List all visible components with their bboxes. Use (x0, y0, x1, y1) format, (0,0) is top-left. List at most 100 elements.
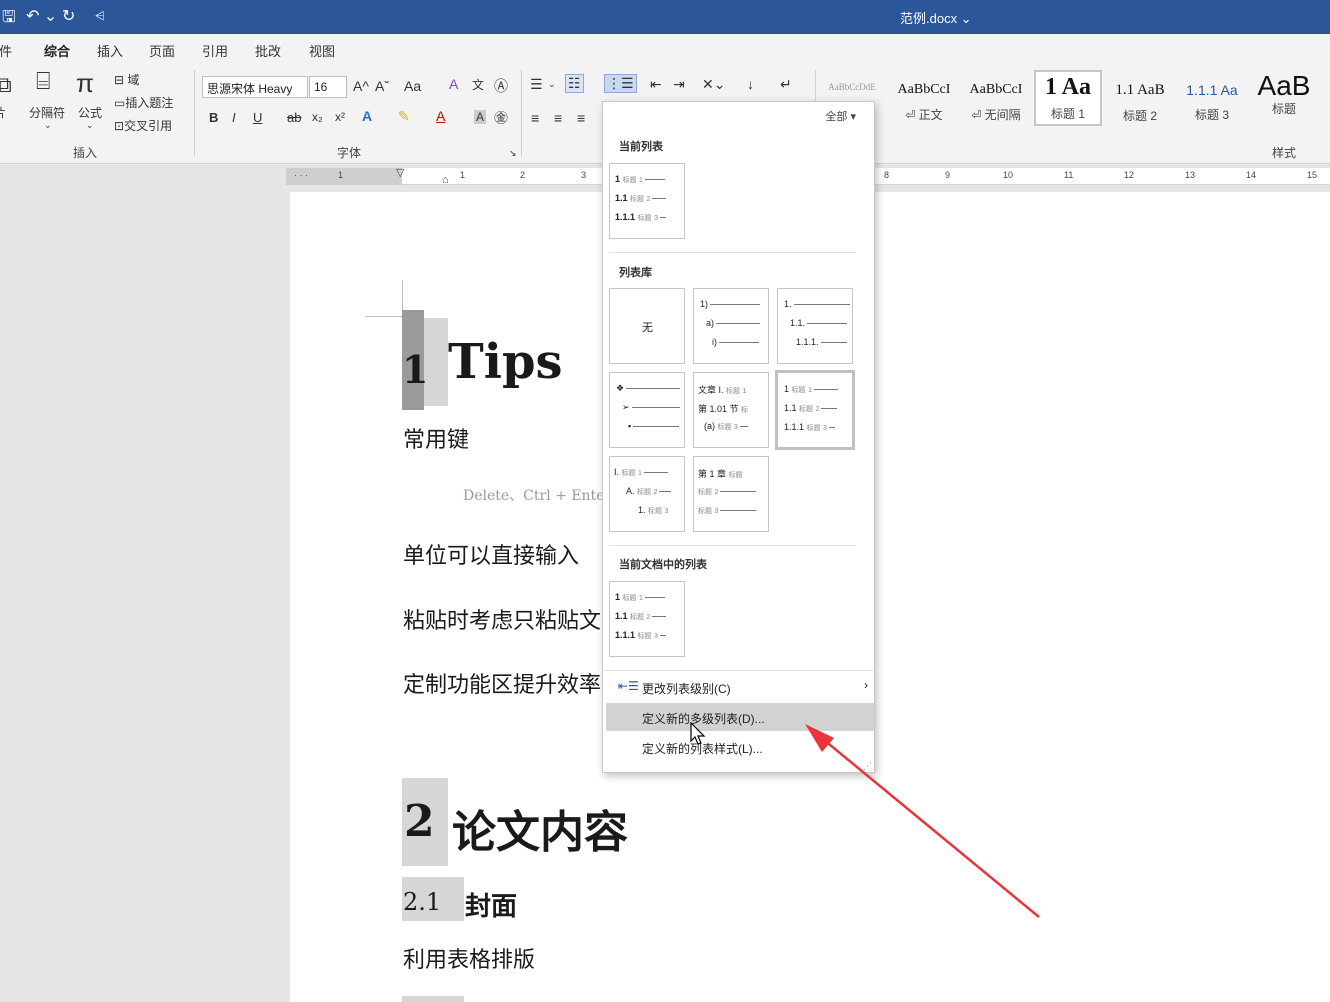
list-thumb-bullets[interactable]: ❖ ➢ ▪ (609, 372, 685, 448)
align-center-icon[interactable]: ≡ (554, 110, 562, 126)
align-right-icon[interactable]: ≡ (577, 110, 585, 126)
list-thumb-parenthesis[interactable]: 1) a) i) (693, 288, 769, 364)
chevron-right-icon: › (864, 678, 868, 692)
char-border-icon[interactable]: Ⓐ (494, 76, 508, 96)
multilevel-list-icon[interactable]: ⋮☰ (604, 74, 637, 93)
picture-button[interactable]: 片 (0, 104, 6, 121)
highlight-icon[interactable]: ✎ (398, 108, 410, 125)
tab-view[interactable]: 视图 (309, 41, 335, 60)
asian-layout-icon[interactable]: ✕⌄ (702, 76, 725, 93)
heading-2-number[interactable]: 2 (404, 796, 435, 847)
decrease-indent-icon[interactable]: ⇤ (650, 76, 662, 93)
indent-marker-icon[interactable]: ▽ (396, 166, 404, 179)
style-heading-2[interactable]: 1.1 AaB 标题 2 (1106, 70, 1174, 126)
enclose-char-icon[interactable]: ㊎ (494, 108, 508, 128)
group-divider (521, 70, 522, 156)
heading-1-number[interactable]: 1 (402, 347, 428, 392)
change-case-button[interactable]: Aa (404, 78, 421, 94)
tab-file[interactable]: 文件 (0, 41, 12, 60)
style-normal[interactable]: AaBbCcI ⏎ 正文 (890, 70, 958, 126)
section-current-list: 当前列表 (619, 141, 663, 153)
show-marks-icon[interactable]: ↵ (780, 76, 792, 93)
list-thumb-decimal[interactable]: 1. 1.1. 1.1.1. (777, 288, 853, 364)
divider (609, 545, 856, 546)
char-shading-icon[interactable]: A (474, 110, 487, 124)
style-heading-3[interactable]: 1.1.1 Aa 标题 3 (1178, 70, 1246, 126)
underline-button[interactable]: U (253, 110, 262, 125)
tab-references[interactable]: 引用 (202, 41, 228, 60)
font-size-combo[interactable]: 16 (309, 76, 347, 98)
tab-review[interactable]: 批改 (255, 41, 281, 60)
list-thumb-heading-numbered[interactable]: 1 标题 1 1.1 标题 2 1.1.1 标题 3 (775, 370, 855, 450)
define-multilevel-list-item[interactable]: 定义新的多级列表(D)... (606, 703, 874, 731)
paragraph[interactable]: 粘贴时考虑只粘贴文 (403, 603, 601, 635)
heading-3-number[interactable]: 2.1 (403, 888, 441, 916)
style-no-spacing[interactable]: AaBbCcI ⏎ 无间隔 (962, 70, 1030, 126)
paragraph[interactable]: Delete、Ctrl + Ente (463, 485, 604, 505)
style-heading-1[interactable]: 1 Aa 标题 1 (1034, 70, 1102, 126)
list-thumb-chapter[interactable]: 第 1 章 标题 标题 2 标题 3 (693, 456, 769, 532)
separator-icon[interactable]: ⌸ (36, 68, 50, 96)
change-list-level-item[interactable]: ⇤☰ 更改列表级别(C) › (606, 673, 874, 701)
insert-group-label: 插入 (73, 146, 98, 160)
document-title[interactable]: 范例.docx ⌄ (900, 8, 972, 27)
bullets-icon[interactable]: ☰ (530, 76, 543, 93)
field-button[interactable]: ⊟ 域 (114, 71, 139, 88)
resize-grip-icon[interactable]: ⋰ (863, 761, 872, 772)
formula-button[interactable]: 公式 (78, 104, 102, 121)
define-list-style-item[interactable]: 定义新的列表样式(L)... (606, 733, 874, 761)
shrink-font-button[interactable]: Aˇ (375, 78, 389, 94)
tab-insert[interactable]: 插入 (97, 41, 123, 60)
customize-toolbar-icon[interactable]: ⩤ (95, 9, 105, 24)
picture-icon[interactable]: ⧉ (0, 72, 12, 98)
increase-indent-icon[interactable]: ⇥ (673, 76, 685, 93)
list-thumb-outline[interactable]: I. 标题 1 A. 标题 2 1. 标题 3 (609, 456, 685, 532)
grow-font-button[interactable]: A^ (353, 78, 369, 94)
ruler-tick: 1 (460, 170, 466, 180)
text-effect-icon[interactable]: A (362, 108, 372, 124)
tab-home[interactable]: 综合 (44, 41, 71, 67)
font-color-icon[interactable]: A (436, 108, 445, 124)
insert-caption-button[interactable]: ▭插入题注 (114, 94, 173, 111)
subscript-button[interactable]: x₂ (312, 110, 323, 124)
heading-2-text[interactable]: 论文内容 (452, 796, 628, 860)
phonetic-guide-icon[interactable]: 文 (472, 76, 484, 93)
hanging-indent-icon[interactable]: ⌂ (442, 174, 449, 186)
filter-dropdown[interactable]: 全部 ▾ (825, 108, 856, 124)
undo-button[interactable]: ↶ ⌄ (26, 6, 57, 26)
bold-button[interactable]: B (209, 110, 218, 125)
chevron-down-icon[interactable]: ⌄ (548, 79, 556, 90)
list-thumb-in-document[interactable]: 1 标题 1 1.1 标题 2 1.1.1 标题 3 (609, 581, 685, 657)
section-list-library: 列表库 (619, 267, 652, 279)
paragraph[interactable]: 常用键 (403, 422, 469, 454)
font-dialog-launcher-icon[interactable]: ↘ (509, 148, 517, 159)
ruler-tick: 1 (338, 170, 344, 180)
separator-button[interactable]: 分隔符 (29, 104, 65, 121)
list-thumb-article[interactable]: 文章 I. 标题 1 第 1.01 节 标 (a) 标题 3 (693, 372, 769, 448)
superscript-button[interactable]: x² (335, 110, 345, 124)
paragraph[interactable]: 单位可以直接输入 (403, 538, 579, 570)
tab-layout[interactable]: 页面 (149, 41, 175, 60)
heading-3-text[interactable]: 封面 (465, 886, 517, 923)
paragraph[interactable]: 定制功能区提升效率 (403, 667, 601, 699)
list-thumb-current[interactable]: 1 标题 1 1.1 标题 2 1.1.1 标题 3 (609, 163, 685, 239)
sort-icon[interactable]: ↓ (747, 76, 754, 92)
numbering-icon[interactable]: ☷ (565, 74, 584, 93)
chevron-down-icon[interactable]: ⌄ (86, 120, 94, 131)
formula-icon[interactable]: π (76, 68, 94, 99)
chevron-down-icon[interactable]: ⌄ (44, 120, 52, 131)
save-icon[interactable]: 🖫 (2, 6, 16, 33)
strikethrough-button[interactable]: ab (287, 110, 301, 125)
redo-button[interactable]: ↻ (62, 6, 75, 26)
font-name-combo[interactable]: 思源宋体 Heavy (202, 76, 308, 98)
clear-format-icon[interactable]: A (449, 76, 458, 92)
heading-1-text[interactable]: Tips (448, 334, 563, 390)
paragraph[interactable]: 利用表格排版 (403, 942, 535, 974)
list-thumb-none[interactable]: 无 (609, 288, 685, 364)
font-group-label: 字体 (337, 146, 362, 160)
cross-reference-button[interactable]: ⊡交叉引用 (114, 117, 172, 134)
style-title[interactable]: AaB 标题 (1250, 70, 1318, 126)
italic-button[interactable]: I (232, 110, 236, 125)
multilevel-list-dropdown: 全部 ▾ 当前列表 1 标题 1 1.1 标题 2 1.1.1 标题 3 列表库… (602, 101, 875, 773)
align-left-icon[interactable]: ≡ (531, 110, 539, 126)
